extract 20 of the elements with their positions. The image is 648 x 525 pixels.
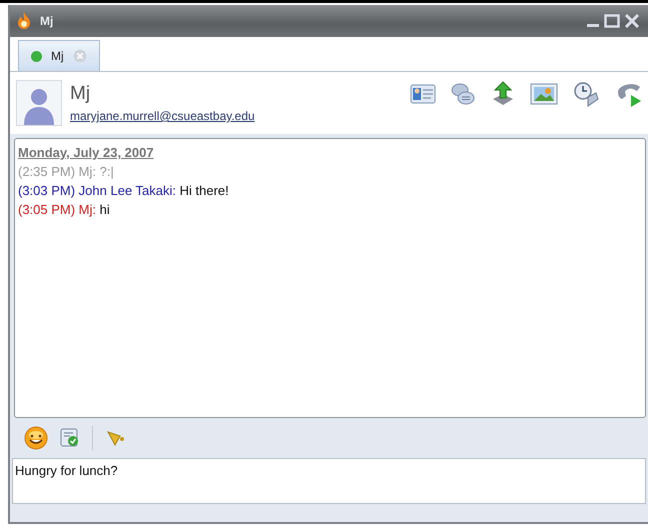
chat-message: (3:05 PM) Mj: hi (18, 201, 111, 219)
checklist-icon[interactable] (60, 428, 80, 448)
smiley-icon[interactable] (24, 426, 48, 450)
message-input[interactable]: Hungry for lunch? (12, 458, 646, 504)
chat-message: (2:35 PM) Mj: ?:| (18, 163, 115, 181)
contact-card-icon[interactable] (410, 83, 436, 105)
chat-message: (3:03 PM) John Lee Takaki: Hi there! (18, 182, 230, 200)
chat-bubbles-icon[interactable] (450, 81, 476, 107)
flame-icon (16, 12, 32, 30)
maximize-icon[interactable] (604, 14, 620, 28)
avatar-icon (16, 80, 62, 126)
clock-scroll-icon[interactable] (572, 80, 600, 108)
tab-label: Mj (51, 49, 64, 63)
contact-name: Mj (70, 83, 92, 105)
close-icon[interactable] (624, 14, 640, 28)
image-icon[interactable] (530, 83, 558, 105)
date-heading: Monday, July 23, 2007 (18, 144, 155, 162)
contact-tab[interactable]: Mj (18, 40, 100, 71)
email-link[interactable]: maryjane.murrell@csueastbay.edu (70, 109, 255, 123)
window-title: Mj (40, 14, 54, 28)
